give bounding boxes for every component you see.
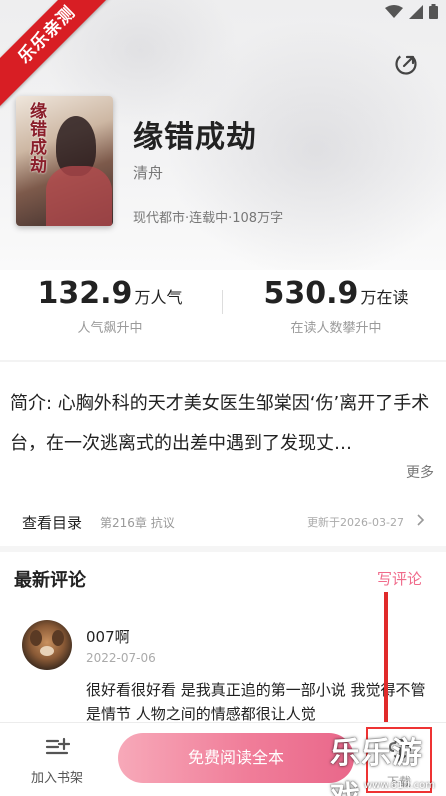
intro-more-button[interactable]: 更多 [406, 462, 434, 482]
book-title: 缘错成劫 [133, 120, 257, 155]
book-meta: 现代都市·连载中·108万字 [133, 211, 284, 226]
review-date: 2022-07-06 [86, 651, 156, 665]
watermark-url: www.61ff.com [364, 780, 435, 791]
toc-label: 查看目录 [22, 514, 83, 532]
avatar-ear [30, 630, 42, 646]
write-review-button[interactable]: 写评论 [377, 568, 422, 589]
stat-popularity: 132.9 万人气 人气飙升中 [10, 276, 210, 336]
cover-figure-2 [46, 166, 112, 226]
reviews-heading: 最新评论 [14, 570, 86, 591]
add-to-shelf-button[interactable]: 加入书架 [20, 737, 94, 786]
free-read-button[interactable]: 免费阅读全本 [118, 733, 354, 783]
signal-icon [409, 4, 423, 19]
reading-value: 530.9 [263, 276, 359, 311]
book-cover[interactable]: 缘错成劫 [16, 96, 113, 226]
stats-section: 132.9 万人气 人气飙升中 530.9 万在读 在读人数攀升中 [0, 270, 446, 350]
section-divider [0, 360, 446, 362]
table-of-contents-row[interactable]: 查看目录 第216章 抗议 更新于2026-03-27 [0, 506, 446, 540]
battery-icon [429, 4, 438, 19]
status-bar-icons [385, 4, 438, 19]
avatar[interactable] [22, 620, 72, 670]
share-button[interactable] [392, 50, 420, 78]
add-shelf-icon [45, 737, 71, 755]
book-author[interactable]: 清舟 [133, 162, 163, 183]
latest-chapter: 第216章 抗议 [100, 516, 175, 530]
book-intro: 简介: 心胸外科的天才美女医生邹棠因‘伤’离开了手术台，在一次逃离式的出差中遇到… [10, 393, 430, 454]
chevron-right-icon [417, 514, 425, 526]
popularity-caption: 人气飙升中 [77, 321, 143, 336]
reading-caption: 在读人数攀升中 [290, 321, 382, 336]
popularity-value: 132.9 [37, 276, 133, 311]
share-icon [395, 53, 417, 75]
avatar-ear [52, 630, 64, 646]
stats-divider [222, 290, 223, 314]
cover-title-text: 缘错成劫 [26, 102, 46, 174]
reviewer-name[interactable]: 007啊 [86, 626, 130, 647]
review-text[interactable]: 很好看很好看 是我真正追的第一部小说 我觉得不管是情节 人物之间的情感都很让人觉 [86, 678, 430, 726]
avatar-snout [40, 646, 54, 656]
popularity-unit: 万人气 [134, 288, 183, 307]
section-divider-2 [0, 546, 446, 552]
add-shelf-label: 加入书架 [30, 771, 83, 786]
reading-unit: 万在读 [360, 288, 409, 307]
update-date: 更新于2026-03-27 [307, 516, 404, 529]
wifi-icon [385, 4, 403, 18]
stat-reading: 530.9 万在读 在读人数攀升中 [236, 276, 436, 336]
